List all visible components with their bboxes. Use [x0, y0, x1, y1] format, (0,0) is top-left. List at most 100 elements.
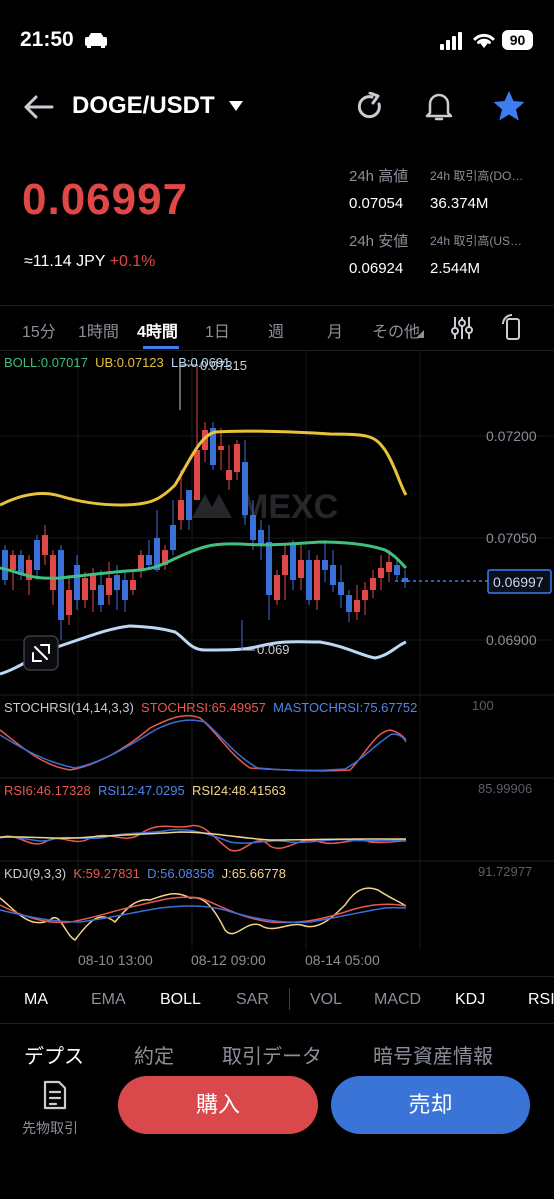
- caret-down-icon[interactable]: [228, 100, 244, 112]
- star-icon[interactable]: [492, 90, 526, 122]
- last-price: 0.06997: [22, 175, 189, 224]
- rsi12-value: RSI12:47.0295: [97, 783, 185, 798]
- corner-caret-icon: [416, 330, 424, 338]
- sliders-icon[interactable]: [450, 315, 474, 341]
- x-tick-1: 08-12 09:00: [191, 952, 266, 968]
- timeframe-bar: 15分 1時間 4時間 1日 週 月 その他: [0, 305, 554, 351]
- candle-body: [386, 562, 392, 572]
- candle-body: [290, 545, 296, 580]
- expand-icon[interactable]: [23, 635, 59, 671]
- candle-body: [2, 550, 8, 580]
- kdj-j-value: J:65.66778: [221, 866, 286, 881]
- bell-icon[interactable]: [424, 90, 454, 122]
- rsi-max: 85.99906: [478, 781, 532, 796]
- ind-rsi[interactable]: RSI: [528, 991, 554, 1009]
- tab-1h[interactable]: 1時間: [78, 318, 119, 342]
- pair-title[interactable]: DOGE/USDT: [72, 92, 215, 120]
- candle-body: [234, 444, 240, 472]
- candle-body: [378, 568, 384, 578]
- candle-body: [394, 565, 400, 575]
- tab-1d[interactable]: 1日: [205, 318, 230, 342]
- ind-kdj[interactable]: KDJ: [455, 991, 485, 1009]
- kdj-params: KDJ(9,3,3): [4, 866, 67, 881]
- candle-body: [346, 595, 352, 612]
- tab-4h[interactable]: 4時間: [137, 318, 178, 342]
- price-chart[interactable]: MEXC 0.07315 0.069 0.06997 0.07200 0.070…: [0, 350, 554, 975]
- candle-body: [50, 555, 56, 590]
- stochrsi-lines: [0, 714, 407, 772]
- candle-body: [34, 540, 40, 570]
- tab-week[interactable]: 週: [268, 318, 284, 342]
- low-marker: 0.069: [257, 642, 290, 657]
- candle-body: [322, 560, 328, 570]
- arrow-left-icon[interactable]: [22, 94, 54, 120]
- ind-macd[interactable]: MACD: [374, 991, 421, 1009]
- ind-ma[interactable]: MA: [24, 991, 48, 1009]
- tab-trades[interactable]: 約定: [134, 1040, 174, 1069]
- ind-ema[interactable]: EMA: [91, 991, 126, 1009]
- candle-body: [146, 555, 152, 565]
- ind-sar[interactable]: SAR: [236, 991, 269, 1009]
- candle-body: [218, 446, 224, 450]
- candle-body: [114, 575, 120, 590]
- active-tab-indicator: [143, 346, 179, 349]
- candle-body: [370, 578, 376, 590]
- rsi6-value: RSI6:46.17328: [4, 783, 91, 798]
- candle-body: [178, 500, 184, 520]
- candle-body: [186, 490, 192, 520]
- refresh-icon[interactable]: [356, 92, 386, 122]
- candle-body: [194, 450, 200, 500]
- boll-lower-value: LB:0.0691: [171, 355, 231, 370]
- wifi-icon: [473, 33, 495, 48]
- kdj-max: 91.72977: [478, 864, 532, 879]
- tab-more[interactable]: その他: [372, 318, 420, 342]
- battery-indicator: 90: [502, 30, 533, 50]
- fiat-approx: ≈11.14 JPY: [24, 253, 106, 270]
- y-tick-2: 0.06900: [486, 632, 537, 648]
- vol-usdt-label: 24h 取引高(US…: [430, 234, 523, 248]
- rsi24-value: RSI24:48.41563: [191, 783, 286, 798]
- futures-label[interactable]: 先物取引: [22, 1118, 78, 1138]
- tab-trade-data[interactable]: 取引データ: [222, 1040, 322, 1069]
- low-label: 24h 安値: [349, 233, 409, 250]
- candle-body: [274, 575, 280, 600]
- document-icon[interactable]: [42, 1080, 68, 1110]
- mastochrsi-value: MASTOCHRSI:75.67752: [273, 700, 418, 715]
- sell-button[interactable]: 売却: [331, 1076, 530, 1134]
- mexc-watermark: MEXC: [192, 488, 338, 526]
- ind-vol[interactable]: VOL: [310, 991, 342, 1009]
- kdj-j-line: [0, 887, 407, 941]
- boll-mid-value: BOLL:0.07017: [4, 355, 88, 370]
- car-icon: [85, 33, 107, 48]
- tab-month[interactable]: 月: [327, 318, 343, 342]
- tab-15m[interactable]: 15分: [22, 318, 56, 342]
- stochrsi-params: STOCHRSI(14,14,3,3): [4, 700, 134, 715]
- buy-button[interactable]: 購入: [118, 1076, 318, 1134]
- candle-body: [58, 550, 64, 620]
- stochrsi-max: 100: [472, 698, 494, 713]
- boll-upper-value: UB:0.07123: [95, 355, 164, 370]
- candle-body: [82, 578, 88, 600]
- tab-depth[interactable]: デプス: [24, 1040, 84, 1069]
- candle-body: [250, 515, 256, 540]
- candle-body: [306, 560, 312, 600]
- tab-asset-info[interactable]: 暗号資産情報: [373, 1040, 493, 1069]
- high-value: 0.07054: [349, 195, 404, 212]
- rotate-screen-icon[interactable]: [500, 314, 526, 342]
- candle-body: [258, 530, 264, 545]
- candle-body: [242, 462, 248, 515]
- candle-body: [362, 590, 368, 600]
- candle-body: [170, 525, 176, 550]
- indicator-divider: [289, 988, 290, 1010]
- indicator-bar: MA EMA BOLL SAR VOL MACD KDJ RSI: [0, 976, 554, 1024]
- stochrsi-line: [0, 714, 407, 772]
- stochrsi-legend: STOCHRSI(14,14,3,3) STOCHRSI:65.49957 MA…: [4, 700, 417, 715]
- rsi-legend: RSI6:46.17328 RSI12:47.0295 RSI24:48.415…: [4, 783, 286, 798]
- rsi12-line: [0, 828, 407, 844]
- x-tick-0: 08-10 13:00: [78, 952, 153, 968]
- vol-doge-label: 24h 取引高(DO…: [430, 169, 524, 183]
- kdj-d-value: D:56.08358: [147, 866, 215, 881]
- y-tick-1: 0.07050: [486, 530, 537, 546]
- ind-boll[interactable]: BOLL: [160, 991, 201, 1009]
- kdj-lines: [0, 887, 407, 941]
